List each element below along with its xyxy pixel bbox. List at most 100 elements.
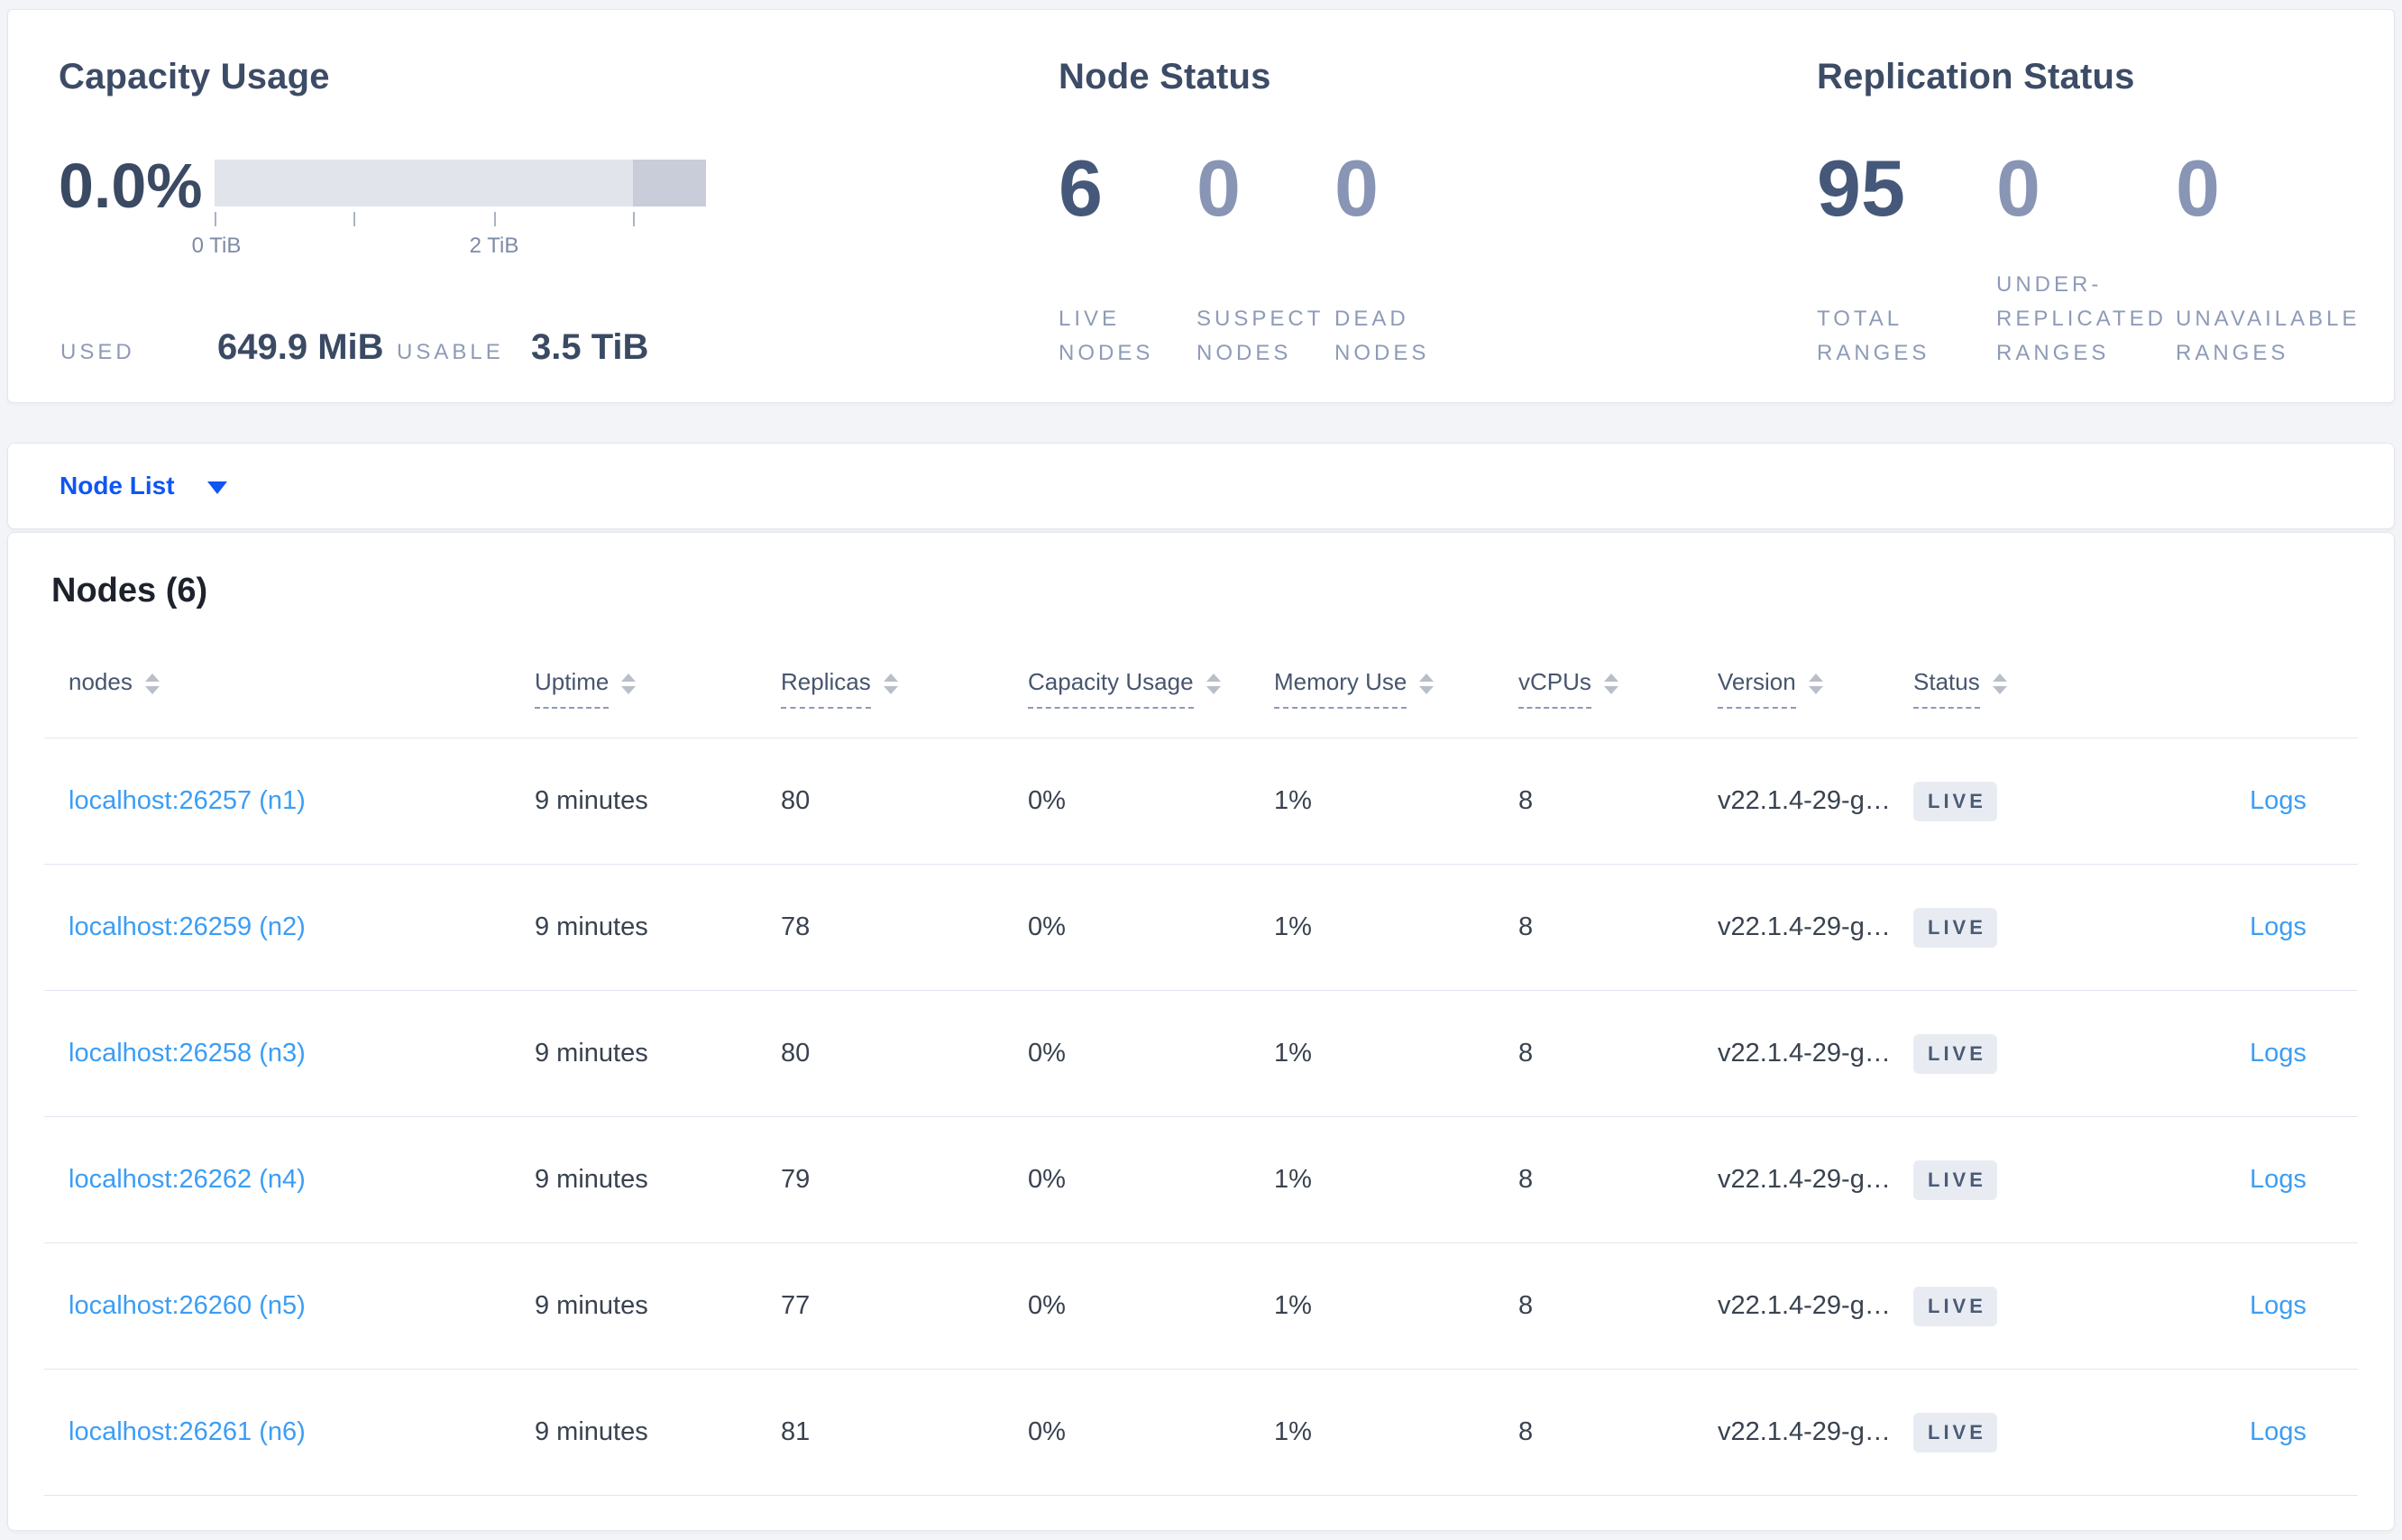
capacity-axis-tick (215, 212, 216, 226)
sort-icon[interactable] (1206, 674, 1221, 694)
logs-link[interactable]: Logs (2250, 912, 2306, 941)
status-badge: LIVE (1913, 1160, 1997, 1200)
column-header-nodes[interactable]: nodes (69, 668, 160, 709)
status-badge: LIVE (1913, 781, 1997, 821)
table-row: localhost:26258 (n3) 9 minutes 80 0% 1% … (44, 991, 2358, 1117)
capacity-bar-reserved-segment (633, 160, 706, 206)
column-header-memory-use[interactable]: Memory Use (1274, 668, 1435, 709)
capacity-usage-footer: USED 649.9 MiB USABLE 3.5 TiB (60, 327, 648, 368)
version-cell: v22.1.4-29-g… (1718, 1165, 1891, 1194)
sort-icon[interactable] (144, 674, 160, 694)
capacity-axis-label: 0 TiB (191, 234, 242, 258)
usable-label: USABLE (397, 340, 504, 364)
version-cell: v22.1.4-29-g… (1718, 912, 1891, 941)
replicas-cell: 77 (781, 1291, 811, 1320)
nodes-heading: Nodes (6) (51, 572, 208, 610)
vcpus-cell: 8 (1518, 1417, 1534, 1446)
memory-use-cell: 1% (1274, 1165, 1312, 1194)
capacity-usage-cell: 0% (1028, 1417, 1066, 1446)
usable-value: 3.5 TiB (531, 327, 649, 367)
node-list-dropdown[interactable]: Node List (8, 444, 2394, 528)
capacity-usage-title: Capacity Usage (59, 57, 330, 96)
capacity-usage-cell: 0% (1028, 912, 1066, 941)
unavailable-ranges-metric: 0 UNAVAILABLE RANGES (2176, 143, 2361, 371)
capacity-axis-tick (353, 212, 355, 226)
replication-status-metrics: 95 TOTAL RANGES 0 UNDER-REPLICATED RANGE… (1817, 143, 2361, 371)
status-badge: LIVE (1913, 1412, 1997, 1453)
vcpus-cell: 8 (1518, 1165, 1534, 1194)
uptime-cell: 9 minutes (535, 1417, 648, 1446)
memory-use-cell: 1% (1274, 1417, 1312, 1446)
vcpus-cell: 8 (1518, 786, 1534, 815)
node-link[interactable]: localhost:26262 (n4) (69, 1165, 306, 1194)
table-row: localhost:26261 (n6) 9 minutes 81 0% 1% … (44, 1370, 2358, 1496)
sort-icon[interactable] (1603, 674, 1618, 694)
node-status-title: Node Status (1059, 57, 1271, 96)
suspect-nodes-metric: 0 SUSPECT NODES (1196, 145, 1334, 371)
status-badge: LIVE (1913, 1286, 1997, 1326)
capacity-bar: 0 TiB 2 TiB (192, 160, 706, 268)
memory-use-cell: 1% (1274, 1291, 1312, 1320)
sort-icon[interactable] (1419, 674, 1435, 694)
live-nodes-metric: 6 LIVE NODES (1059, 145, 1196, 371)
node-link[interactable]: localhost:26261 (n6) (69, 1417, 306, 1446)
logs-link[interactable]: Logs (2250, 786, 2306, 815)
under-replicated-ranges-value: 0 (1996, 143, 2040, 233)
uptime-cell: 9 minutes (535, 786, 648, 815)
total-ranges-label: TOTAL RANGES (1817, 307, 1930, 365)
replicas-cell: 78 (781, 912, 811, 941)
table-row: localhost:26262 (n4) 9 minutes 79 0% 1% … (44, 1117, 2358, 1243)
column-header-version[interactable]: Version (1718, 668, 1823, 709)
total-ranges-metric: 95 TOTAL RANGES (1817, 145, 1996, 371)
table-row: localhost:26257 (n1) 9 minutes 80 0% 1% … (44, 738, 2358, 865)
total-ranges-value: 95 (1817, 143, 1905, 233)
column-header-capacity-usage[interactable]: Capacity Usage (1028, 668, 1221, 709)
node-link[interactable]: localhost:26257 (n1) (69, 786, 306, 815)
node-list-dropdown-label: Node List (60, 472, 175, 500)
node-list-card: Nodes (6) nodes Uptime Replicas Capacity… (7, 532, 2395, 1531)
unavailable-ranges-label: UNAVAILABLE RANGES (2176, 307, 2361, 365)
under-replicated-ranges-label: UNDER-REPLICATED RANGES (1996, 272, 2167, 365)
logs-link[interactable]: Logs (2250, 1417, 2306, 1446)
suspect-nodes-label: SUSPECT NODES (1196, 307, 1324, 365)
column-header-vcpus[interactable]: vCPUs (1518, 668, 1618, 709)
sort-icon[interactable] (1992, 674, 2007, 694)
version-cell: v22.1.4-29-g… (1718, 1417, 1891, 1446)
chevron-down-icon (206, 481, 227, 494)
unavailable-ranges-value: 0 (2176, 143, 2220, 233)
logs-link[interactable]: Logs (2250, 1291, 2306, 1320)
sort-icon[interactable] (883, 674, 898, 694)
table-row: localhost:26260 (n5) 9 minutes 77 0% 1% … (44, 1243, 2358, 1370)
dead-nodes-value: 0 (1334, 143, 1379, 233)
column-header-replicas[interactable]: Replicas (781, 668, 898, 709)
capacity-axis-label: 2 TiB (469, 234, 519, 258)
view-selector-bar: Node List (7, 443, 2395, 529)
memory-use-cell: 1% (1274, 1039, 1312, 1068)
vcpus-cell: 8 (1518, 1039, 1534, 1068)
replicas-cell: 81 (781, 1417, 811, 1446)
table-header-row: nodes Uptime Replicas Capacity Usage Mem… (44, 639, 2358, 738)
replication-status-title: Replication Status (1817, 57, 2135, 96)
vcpus-cell: 8 (1518, 912, 1534, 941)
node-status-metrics: 6 LIVE NODES 0 SUSPECT NODES 0 DEAD NODE… (1059, 145, 1472, 371)
cluster-summary-card: Capacity Usage 0.0% 0 TiB 2 TiB USED 649… (7, 9, 2395, 403)
node-link[interactable]: localhost:26260 (n5) (69, 1291, 306, 1320)
uptime-cell: 9 minutes (535, 1039, 648, 1068)
dead-nodes-label: DEAD NODES (1334, 307, 1430, 365)
logs-link[interactable]: Logs (2250, 1165, 2306, 1194)
cluster-overview-page: Capacity Usage 0.0% 0 TiB 2 TiB USED 649… (0, 0, 2402, 1540)
uptime-cell: 9 minutes (535, 1291, 648, 1320)
node-link[interactable]: localhost:26259 (n2) (69, 912, 306, 941)
column-header-status[interactable]: Status (1913, 668, 2007, 709)
version-cell: v22.1.4-29-g… (1718, 786, 1891, 815)
sort-icon[interactable] (1808, 674, 1823, 694)
node-link[interactable]: localhost:26258 (n3) (69, 1039, 306, 1068)
live-nodes-value: 6 (1059, 143, 1103, 233)
logs-link[interactable]: Logs (2250, 1039, 2306, 1068)
status-badge: LIVE (1913, 1033, 1997, 1074)
uptime-cell: 9 minutes (535, 1165, 648, 1194)
capacity-axis-tick (494, 212, 496, 226)
column-header-uptime[interactable]: Uptime (535, 668, 637, 709)
dead-nodes-metric: 0 DEAD NODES (1334, 145, 1472, 371)
sort-icon[interactable] (621, 674, 637, 694)
